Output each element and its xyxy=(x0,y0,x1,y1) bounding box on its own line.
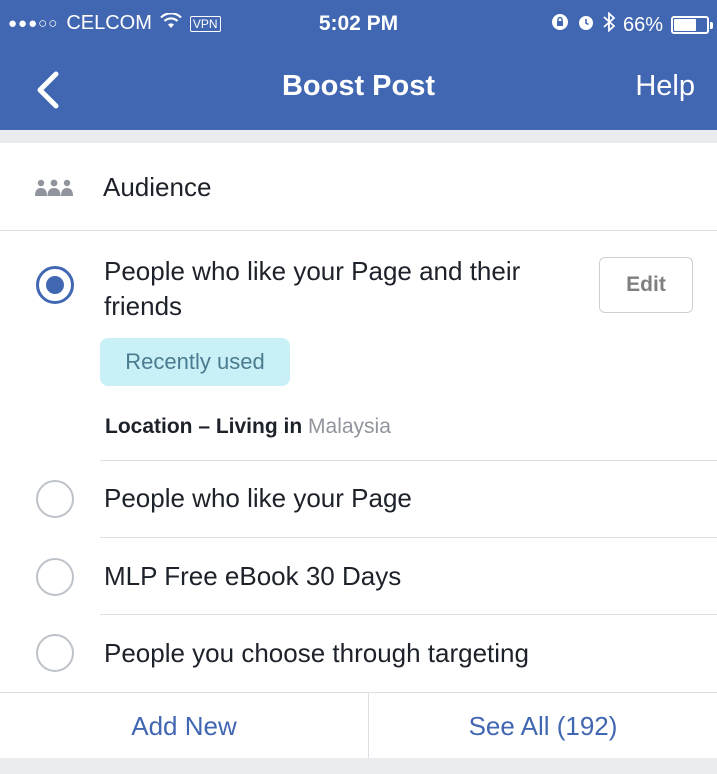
bottom-action-bar: Add New See All (192) xyxy=(0,692,717,759)
see-all-button[interactable]: See All (192) xyxy=(369,693,717,759)
divider xyxy=(0,230,717,231)
alarm-icon xyxy=(577,13,595,37)
people-icon xyxy=(35,179,73,196)
location-label: Location – Living in xyxy=(105,415,303,438)
audience-header: Audience xyxy=(0,143,717,230)
add-new-button[interactable]: Add New xyxy=(0,693,368,759)
option-4-label[interactable]: People you choose through targeting xyxy=(104,636,529,671)
status-bar: ●●●○○ CELCOM VPN 5:02 PM 66% xyxy=(0,0,717,50)
nav-bar: Boost Post Help xyxy=(0,50,717,130)
battery-percent: 66% xyxy=(622,13,663,36)
radio-option-1[interactable] xyxy=(36,266,74,304)
top-spacer xyxy=(0,130,717,143)
page-title: Boost Post xyxy=(281,70,436,102)
rotation-lock-icon xyxy=(551,13,569,37)
divider xyxy=(100,614,717,615)
location-info: Location – Living in Malaysia xyxy=(105,415,391,439)
battery-nub xyxy=(710,22,713,29)
option-3-label[interactable]: MLP Free eBook 30 Days xyxy=(104,559,401,594)
option-1-label[interactable]: People who like your Page and their frie… xyxy=(104,254,574,324)
radio-selected-dot xyxy=(46,276,64,294)
location-value: Malaysia xyxy=(308,415,391,438)
edit-button[interactable]: Edit xyxy=(599,257,693,313)
bottom-spacer xyxy=(0,758,717,774)
radio-option-3[interactable] xyxy=(36,558,74,596)
radio-option-2[interactable] xyxy=(36,480,74,518)
help-button[interactable]: Help xyxy=(635,70,695,103)
audience-title: Audience xyxy=(103,172,212,202)
recently-used-badge: Recently used xyxy=(100,338,290,386)
option-2-label[interactable]: People who like your Page xyxy=(104,481,412,516)
battery-fill xyxy=(674,19,697,31)
divider xyxy=(100,537,717,538)
bluetooth-icon xyxy=(603,11,616,38)
radio-option-4[interactable] xyxy=(36,634,74,672)
divider xyxy=(100,460,717,461)
status-right: 66% xyxy=(551,11,713,38)
battery-icon xyxy=(671,16,713,34)
